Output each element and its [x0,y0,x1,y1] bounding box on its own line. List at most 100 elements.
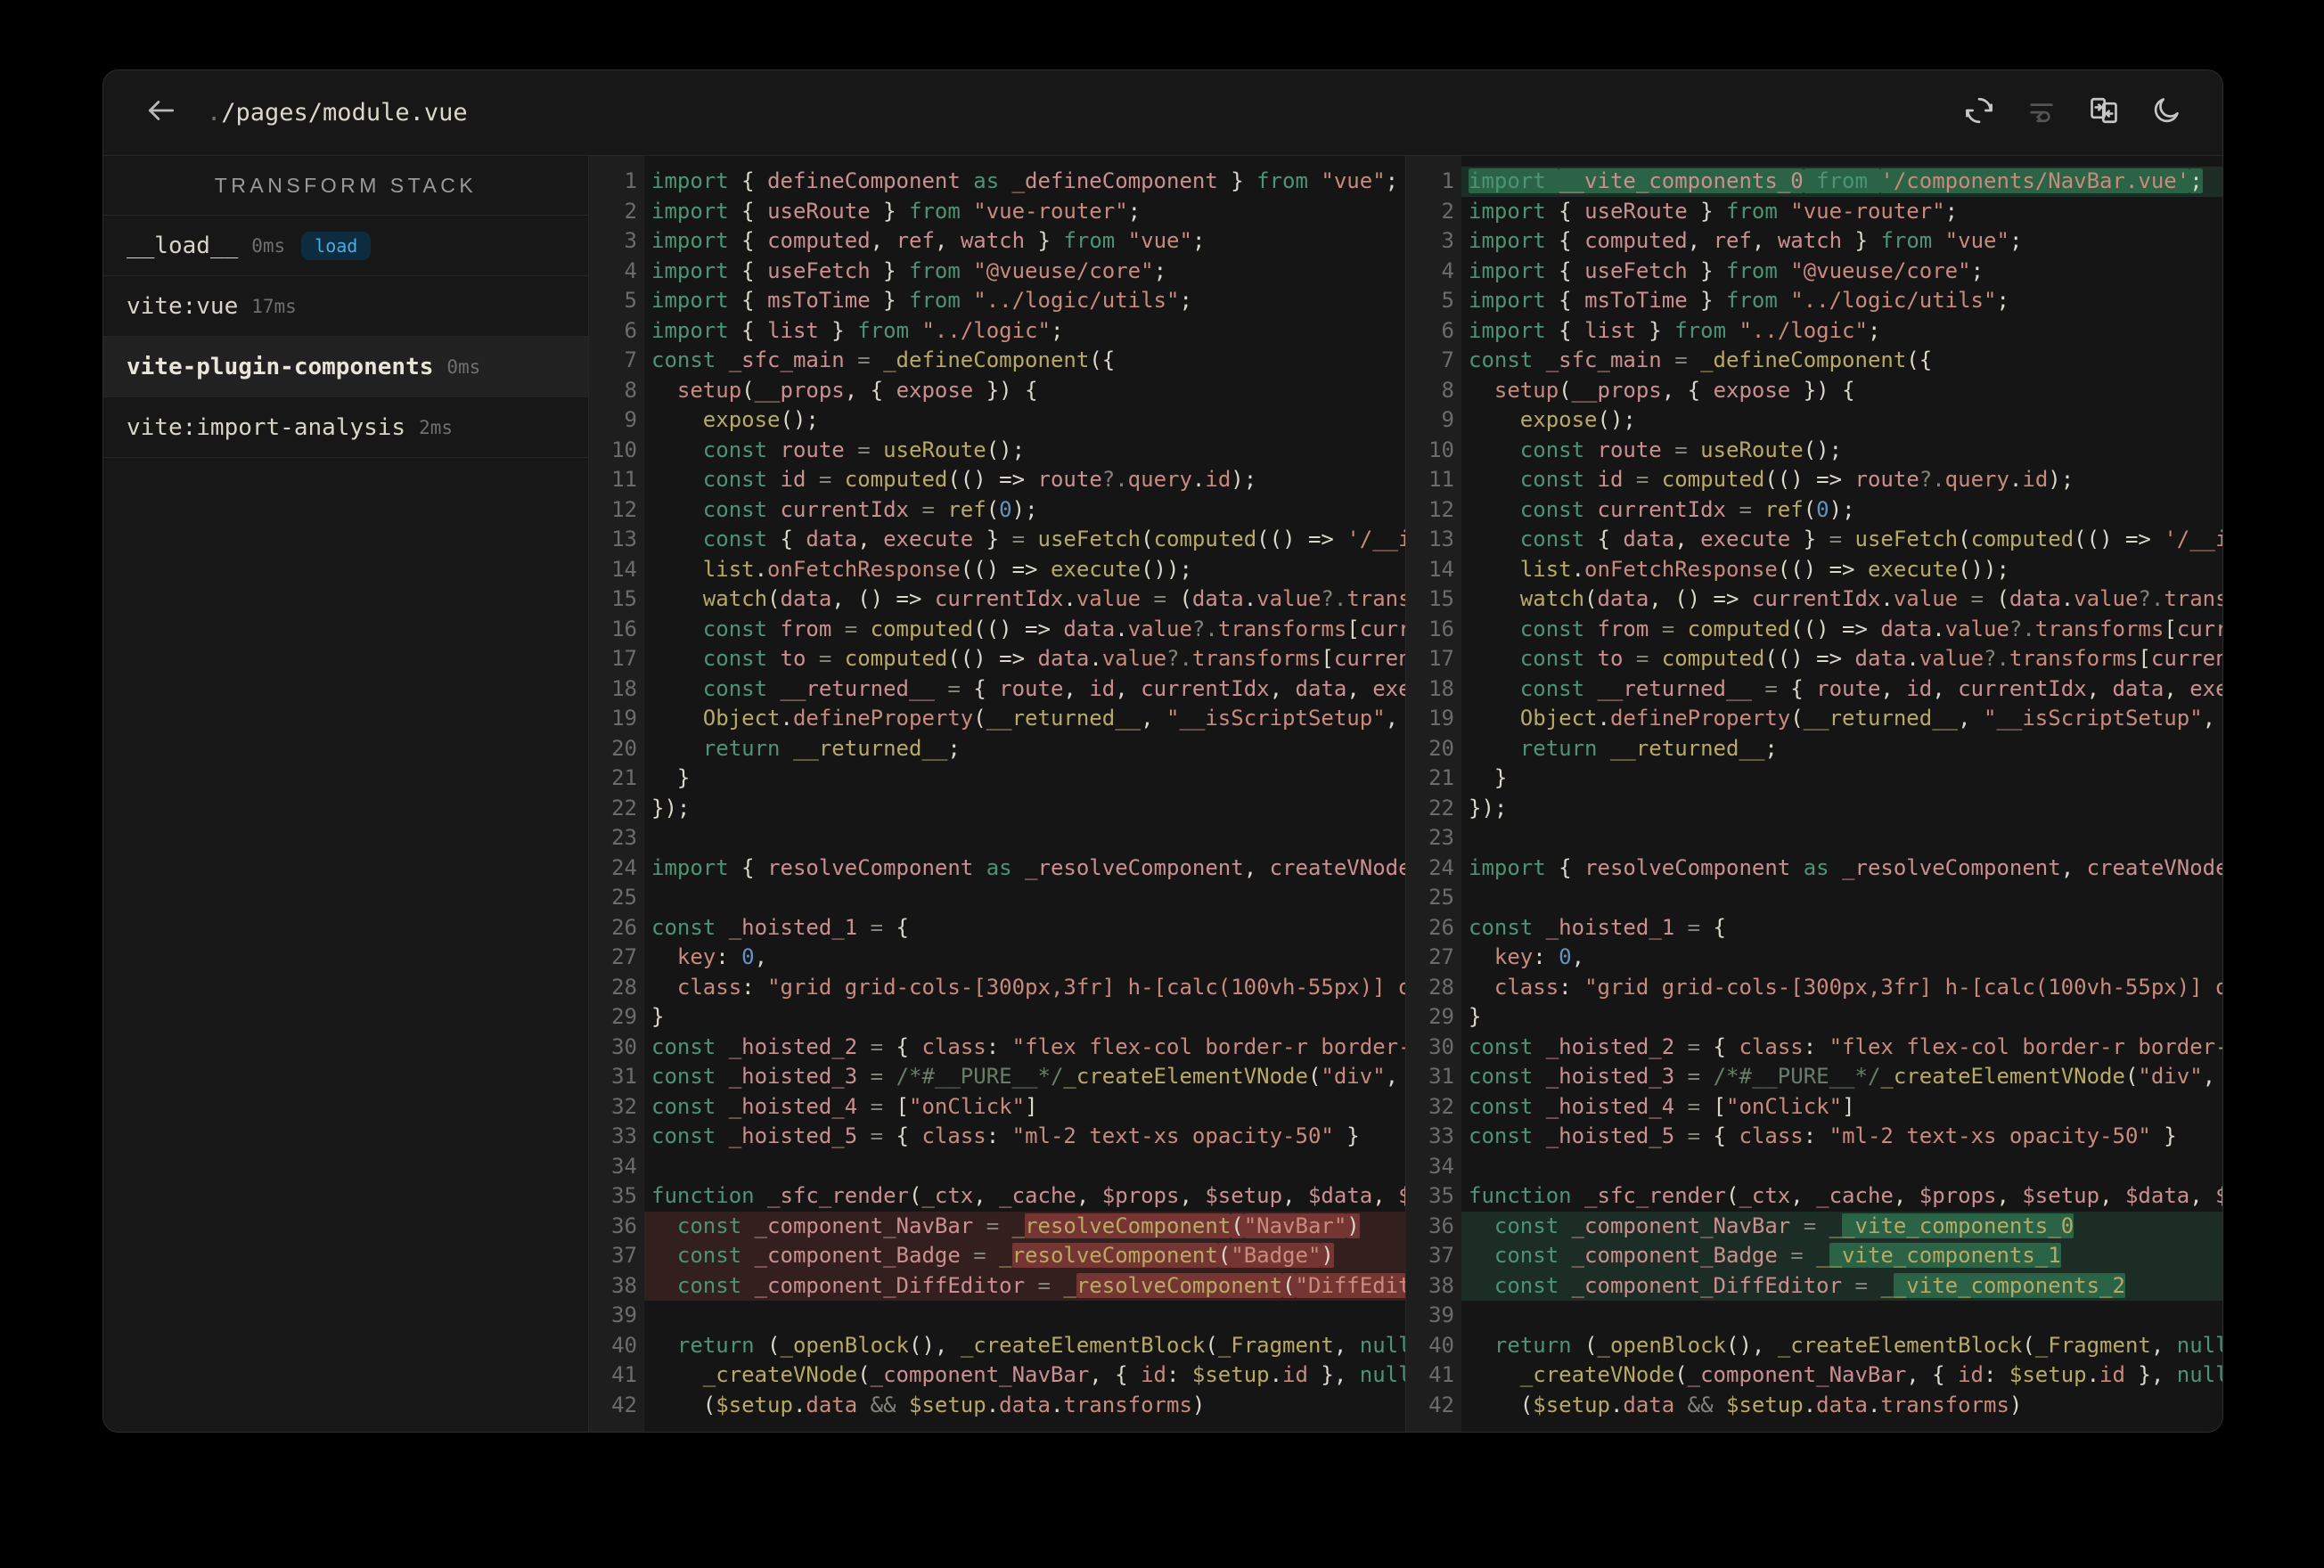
line-number: 42 [1428,1392,1454,1417]
transform-stack-item[interactable]: __load__ 0ms load [103,216,588,276]
file-path: ./pages/module.vue [207,101,468,125]
line-number: 30 [611,1033,637,1059]
theme-toggle-button[interactable] [2151,98,2181,128]
line-number: 6 [1441,317,1454,343]
code-line: const _hoisted_5 = { class: "ml-2 text-x… [1469,1123,2177,1148]
plugin-time: 2ms [419,416,454,438]
line-number: 35 [611,1183,637,1208]
code-line: import { useFetch } from "@vueuse/core"; [1469,257,1984,283]
line-number: 41 [1428,1362,1454,1387]
code-line: const _component_DiffEditor = __vite_com… [1461,1270,2222,1301]
code-line: class: "grid grid-cols-[300px,3fr] h-[ca… [676,974,1405,1000]
plugin-name: vite-plugin-components [127,353,434,380]
code-line: const currentIdx = ref(0); [702,496,1038,522]
line-number: 15 [611,586,637,611]
plugin-time: 0ms [251,234,286,257]
line-number: 1 [1441,168,1454,193]
line-number: 31 [1428,1064,1454,1089]
line-number: 10 [1428,437,1454,462]
code-line: } [651,765,691,790]
split-diff-button[interactable] [2089,97,2119,128]
code-line: list.onFetchResponse(() => execute()); [1519,556,2009,582]
code-line: import { msToTime } from "../logic/utils… [1469,288,2009,313]
line-number: 13 [611,527,637,551]
code-line: return __returned__; [1519,735,1778,761]
code-line: expose(); [702,407,819,432]
code-line: }); [651,795,691,821]
refresh-button[interactable] [1964,95,1994,130]
plugin-time: 0ms [446,355,481,378]
code-line: expose(); [1519,407,1636,432]
line-number: 8 [1441,377,1454,403]
file-path-dot: . [207,99,222,127]
diff-pane-before[interactable]: 1 2 3 4 5 6 7 8 9 10 11 12 13 14 15 16 17 18 19 20 21 22 23 24 2… [589,156,1406,1432]
refresh-icon [1964,95,1994,130]
line-number: 20 [1428,735,1454,761]
line-number: 35 [1428,1183,1454,1208]
main-content: TRANSFORM STACK __load__ 0ms load vite:vue 1… [103,156,2222,1432]
code-line: Object.defineProperty(__returned__, "__i… [702,706,1399,731]
code-line: list.onFetchResponse(() => execute()); [702,556,1192,582]
line-number: 22 [1428,795,1454,821]
line-number: 1 [624,168,637,193]
code-line: }); [1469,795,1508,821]
plugin-name: vite:import-analysis [127,413,406,441]
code-line: watch(data, () => currentIdx.value = (da… [1519,586,2222,611]
line-number: 38 [611,1272,637,1298]
code-line: import { useFetch } from "@vueuse/core"; [651,257,1167,283]
line-number: 25 [611,885,637,910]
code-line: _createVNode(_component_NavBar, { id: $s… [702,1362,1405,1387]
code-line: const _component_NavBar = _resolveCompon… [644,1211,1405,1241]
line-number: 4 [1441,257,1454,283]
code-line: function _sfc_render(_ctx, _cache, $prop… [651,1183,1405,1208]
line-number-gutter-right: 1 2 3 4 5 6 7 8 9 10 11 12 13 14 15 16 17 18 19 20 21 22 23 24 2… [1406,156,1461,1432]
line-number: 33 [1428,1123,1454,1148]
line-number: 7 [624,347,637,372]
code-line: const route = useRoute(); [1519,437,1843,462]
line-number: 2 [624,198,637,224]
transform-stack-item[interactable]: vite:import-analysis 2ms [103,397,588,458]
code-line: const _hoisted_1 = { [1469,914,1727,940]
code-line: const _hoisted_2 = { class: "flex flex-c… [1469,1033,2222,1059]
moon-icon [2151,95,2181,130]
code-line: return (_openBlock(), _createElementBloc… [676,1332,1405,1358]
back-button[interactable] [144,96,178,130]
inline-diff-button[interactable] [2026,98,2057,128]
code-line: setup(__props, { expose }) { [676,377,1038,403]
line-number: 24 [1428,854,1454,880]
line-number: 21 [611,765,637,790]
code-line: } [651,1004,665,1029]
line-number: 27 [1428,944,1454,969]
line-number: 5 [624,288,637,313]
line-number: 29 [611,1004,637,1029]
code-line: import { computed, ref, watch } from "vu… [651,228,1206,253]
line-number: 34 [1428,1153,1454,1179]
transform-stack-sidebar: TRANSFORM STACK __load__ 0ms load vite:vue 1… [103,156,589,1432]
code-line: const id = computed(() => route?.query.i… [702,467,1257,492]
line-number: 28 [611,974,637,1000]
code-line: const _hoisted_1 = { [651,914,910,940]
line-number: 16 [611,616,637,641]
code-line: Object.defineProperty(__returned__, "__i… [1519,706,2216,731]
line-number: 16 [1428,616,1454,641]
line-number: 33 [611,1123,637,1148]
transform-stack-item[interactable]: vite:vue 17ms [103,276,588,337]
transform-stack-item[interactable]: vite-plugin-components 0ms [103,337,588,397]
code-line: import __vite_components_0 from '/compon… [1461,167,2222,197]
code-line: const _hoisted_3 = /*#__PURE__*/_createE… [651,1064,1399,1089]
code-line: const { data, execute } = useFetch(compu… [1519,527,2222,551]
line-number: 40 [1428,1332,1454,1358]
line-number: 36 [611,1213,637,1238]
line-number: 12 [1428,496,1454,522]
line-number: 25 [1428,885,1454,910]
diff-pane-after[interactable]: 1 2 3 4 5 6 7 8 9 10 11 12 13 14 15 16 17 18 19 20 21 22 23 24 2… [1406,156,2222,1432]
code-line: const _sfc_main = _defineComponent({ [651,347,1116,372]
line-number-gutter-left: 1 2 3 4 5 6 7 8 9 10 11 12 13 14 15 16 17 18 19 20 21 22 23 24 2… [589,156,644,1432]
code-line: const _hoisted_2 = { class: "flex flex-c… [651,1033,1405,1059]
code-line: const _hoisted_3 = /*#__PURE__*/_createE… [1469,1064,2216,1089]
line-number: 5 [1441,288,1454,313]
